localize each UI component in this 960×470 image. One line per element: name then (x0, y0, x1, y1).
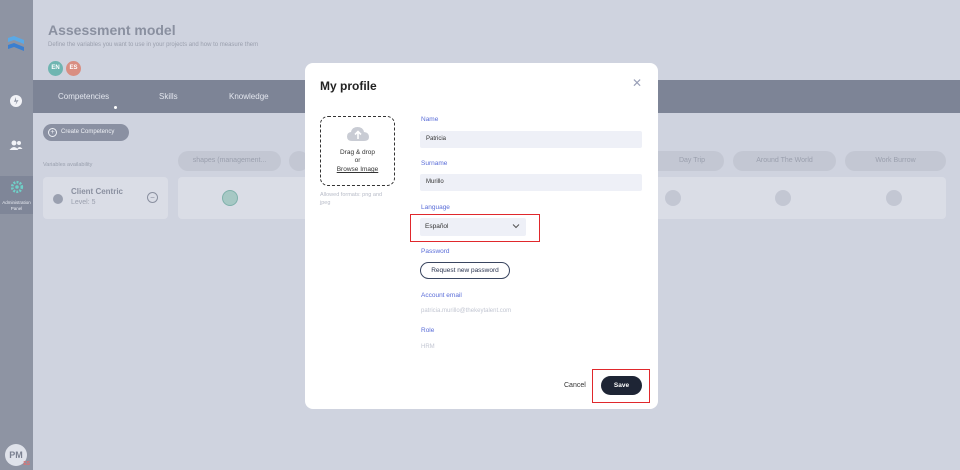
modal-title: My profile (320, 79, 377, 93)
column-header[interactable]: Around The World (733, 151, 836, 171)
availability-marker[interactable] (665, 190, 681, 206)
active-tab-indicator (114, 106, 117, 109)
remove-icon[interactable]: − (147, 192, 158, 203)
dashboard-icon[interactable] (8, 93, 24, 109)
admin-panel-nav[interactable]: Administration Panel (0, 176, 33, 214)
request-password-button[interactable]: Request new password (420, 262, 510, 279)
language-highlight-box (410, 214, 540, 242)
page-subtitle: Define the variables you want to use in … (48, 42, 259, 48)
name-label: Name (421, 116, 439, 123)
left-rail: Administration Panel PM ES (0, 0, 33, 470)
surname-field[interactable]: Murillo (420, 174, 642, 191)
drag-drop-text: Drag & drop (339, 149, 376, 156)
password-label: Password (421, 248, 450, 255)
avatar-initials: PM (9, 450, 23, 460)
check-icon (53, 194, 63, 204)
table-row[interactable]: Client Centric Level: 5 − (43, 177, 168, 219)
availability-marker[interactable] (775, 190, 791, 206)
tab-knowledge[interactable]: Knowledge (229, 92, 269, 101)
lang-badge-es[interactable]: ES (66, 61, 81, 76)
lang-badge-en[interactable]: EN (48, 61, 63, 76)
create-competency-label: Create Competency (61, 129, 115, 135)
create-competency-button[interactable]: + Create Competency (43, 124, 129, 141)
page-title: Assessment model (48, 22, 176, 38)
language-label: Language (421, 204, 450, 211)
column-header[interactable]: shapes (management... (178, 151, 281, 171)
admin-label-1: Administration (2, 200, 31, 205)
column-header[interactable]: Work Burrow (845, 151, 946, 171)
avatar[interactable]: PM ES (5, 444, 30, 467)
plus-icon: + (48, 128, 57, 137)
email-label: Account email (421, 292, 462, 299)
availability-marker[interactable] (886, 190, 902, 206)
role-label: Role (421, 327, 435, 334)
row-level: Level: 5 (71, 199, 96, 206)
browse-image-link[interactable]: Browse Image (321, 166, 394, 174)
tab-competencies[interactable]: Competencies (58, 92, 109, 101)
or-text: or (354, 157, 361, 164)
surname-label: Surname (421, 160, 448, 167)
variables-availability-label: Variables availability (43, 162, 93, 168)
name-field[interactable]: Patricia (420, 131, 642, 148)
row-name: Client Centric (71, 187, 124, 196)
allowed-formats-note: Allowed formats: png and jpeg (320, 192, 383, 206)
upload-cloud-icon (347, 127, 369, 141)
availability-check-icon[interactable] (222, 190, 238, 206)
avatar-flag: ES (23, 461, 30, 467)
cancel-button[interactable]: Cancel (564, 382, 586, 389)
users-icon[interactable] (8, 137, 24, 153)
app-logo-icon[interactable] (6, 34, 26, 54)
role-value: HRM (421, 344, 435, 350)
admin-label-2: Panel (10, 206, 23, 211)
email-value: patricia.murillo@thekeytalent.com (421, 308, 512, 314)
gear-icon (10, 180, 23, 194)
image-dropzone[interactable]: Drag & drop or Browse Image (320, 116, 395, 186)
save-highlight-box (592, 369, 650, 403)
tab-skills[interactable]: Skills (159, 92, 178, 101)
close-icon[interactable]: ✕ (632, 76, 642, 90)
